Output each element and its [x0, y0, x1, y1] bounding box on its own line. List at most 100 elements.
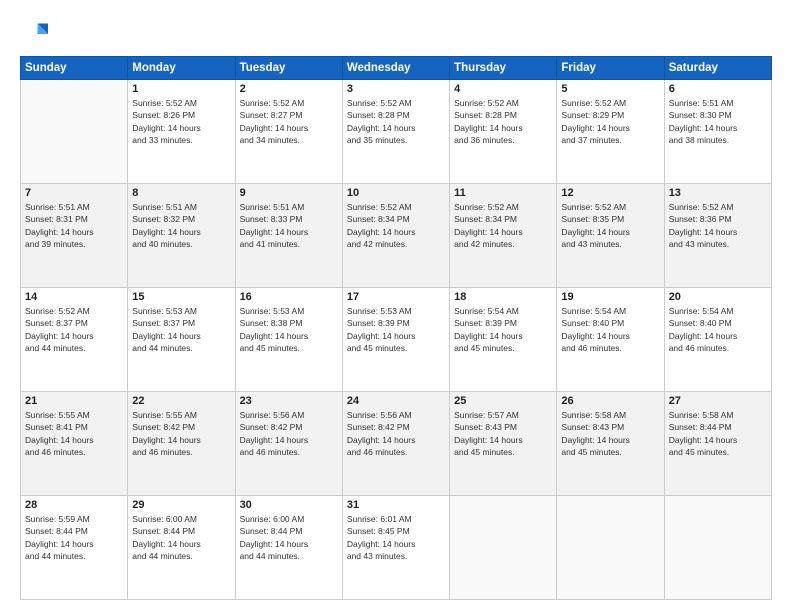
calendar-week-row: 1 Sunrise: 5:52 AM Sunset: 8:26 PM Daylig… [21, 80, 772, 184]
day-info: Sunrise: 5:52 AM Sunset: 8:37 PM Dayligh… [25, 305, 123, 354]
day-info: Sunrise: 5:59 AM Sunset: 8:44 PM Dayligh… [25, 513, 123, 562]
day-info: Sunrise: 5:53 AM Sunset: 8:37 PM Dayligh… [132, 305, 230, 354]
weekday-header-sunday: Sunday [21, 57, 128, 80]
calendar-cell: 15Sunrise: 5:53 AM Sunset: 8:37 PM Dayli… [128, 288, 235, 392]
day-number: 30 [240, 499, 338, 511]
calendar-cell: 16Sunrise: 5:53 AM Sunset: 8:38 PM Dayli… [235, 288, 342, 392]
calendar-cell: 1 Sunrise: 5:52 AM Sunset: 8:26 PM Daylig… [128, 80, 235, 184]
calendar-cell: 5 Sunrise: 5:52 AM Sunset: 8:29 PM Daylig… [557, 80, 664, 184]
day-info: Sunrise: 6:00 AM Sunset: 8:44 PM Dayligh… [132, 513, 230, 562]
day-number: 10 [347, 187, 445, 199]
calendar-cell: 26 Sunrise: 5:58 AM Sunset: 8:43 PM Dayli… [557, 392, 664, 496]
calendar-cell: 12 Sunrise: 5:52 AM Sunset: 8:35 PM Dayli… [557, 184, 664, 288]
calendar-cell: 6 Sunrise: 5:51 AM Sunset: 8:30 PM Daylig… [664, 80, 771, 184]
day-number: 22 [132, 395, 230, 407]
day-number: 29 [132, 499, 230, 511]
day-info: Sunrise: 5:57 AM Sunset: 8:43 PM Dayligh… [454, 409, 552, 458]
calendar-cell: 18 Sunrise: 5:54 AM Sunset: 8:39 PM Dayli… [450, 288, 557, 392]
day-info: Sunrise: 5:52 AM Sunset: 8:35 PM Dayligh… [561, 201, 659, 250]
day-number: 25 [454, 395, 552, 407]
weekday-header-saturday: Saturday [664, 57, 771, 80]
calendar-cell: 20 Sunrise: 5:54 AM Sunset: 8:40 PM Dayli… [664, 288, 771, 392]
day-number: 27 [669, 395, 767, 407]
day-number: 5 [561, 83, 659, 95]
calendar-cell: 8 Sunrise: 5:51 AM Sunset: 8:32 PM Daylig… [128, 184, 235, 288]
day-number: 13 [669, 187, 767, 199]
calendar-week-row: 28Sunrise: 5:59 AM Sunset: 8:44 PM Dayli… [21, 496, 772, 600]
calendar-cell: 10 Sunrise: 5:52 AM Sunset: 8:34 PM Dayli… [342, 184, 449, 288]
day-info: Sunrise: 5:54 AM Sunset: 8:39 PM Dayligh… [454, 305, 552, 354]
day-number: 4 [454, 83, 552, 95]
day-number: 2 [240, 83, 338, 95]
day-info: Sunrise: 5:52 AM Sunset: 8:34 PM Dayligh… [347, 201, 445, 250]
calendar-cell: 22Sunrise: 5:55 AM Sunset: 8:42 PM Dayli… [128, 392, 235, 496]
day-number: 6 [669, 83, 767, 95]
page: SundayMondayTuesdayWednesdayThursdayFrid… [0, 0, 792, 612]
day-info: Sunrise: 5:52 AM Sunset: 8:27 PM Dayligh… [240, 97, 338, 146]
day-number: 26 [561, 395, 659, 407]
logo [20, 20, 52, 48]
day-info: Sunrise: 5:51 AM Sunset: 8:30 PM Dayligh… [669, 97, 767, 146]
weekday-header-monday: Monday [128, 57, 235, 80]
day-number: 11 [454, 187, 552, 199]
day-info: Sunrise: 5:51 AM Sunset: 8:33 PM Dayligh… [240, 201, 338, 250]
calendar-cell: 27 Sunrise: 5:58 AM Sunset: 8:44 PM Dayli… [664, 392, 771, 496]
calendar-table: SundayMondayTuesdayWednesdayThursdayFrid… [20, 56, 772, 600]
day-info: Sunrise: 5:51 AM Sunset: 8:31 PM Dayligh… [25, 201, 123, 250]
logo-icon [20, 20, 48, 48]
header [20, 16, 772, 48]
day-number: 16 [240, 291, 338, 303]
day-info: Sunrise: 5:56 AM Sunset: 8:42 PM Dayligh… [240, 409, 338, 458]
day-info: Sunrise: 5:52 AM Sunset: 8:34 PM Dayligh… [454, 201, 552, 250]
weekday-header-thursday: Thursday [450, 57, 557, 80]
day-number: 18 [454, 291, 552, 303]
calendar-cell: 21 Sunrise: 5:55 AM Sunset: 8:41 PM Dayli… [21, 392, 128, 496]
day-number: 17 [347, 291, 445, 303]
calendar-cell: 7Sunrise: 5:51 AM Sunset: 8:31 PM Daylig… [21, 184, 128, 288]
day-info: Sunrise: 5:52 AM Sunset: 8:26 PM Dayligh… [132, 97, 230, 146]
day-number: 1 [132, 83, 230, 95]
weekday-header-row: SundayMondayTuesdayWednesdayThursdayFrid… [21, 57, 772, 80]
day-info: Sunrise: 6:00 AM Sunset: 8:44 PM Dayligh… [240, 513, 338, 562]
day-info: Sunrise: 5:51 AM Sunset: 8:32 PM Dayligh… [132, 201, 230, 250]
weekday-header-wednesday: Wednesday [342, 57, 449, 80]
calendar-cell: 4 Sunrise: 5:52 AM Sunset: 8:28 PM Daylig… [450, 80, 557, 184]
calendar-cell: 24 Sunrise: 5:56 AM Sunset: 8:42 PM Dayli… [342, 392, 449, 496]
calendar-cell: 11 Sunrise: 5:52 AM Sunset: 8:34 PM Dayli… [450, 184, 557, 288]
day-info: Sunrise: 5:58 AM Sunset: 8:44 PM Dayligh… [669, 409, 767, 458]
calendar-cell: 13 Sunrise: 5:52 AM Sunset: 8:36 PM Dayli… [664, 184, 771, 288]
calendar-cell: 31Sunrise: 6:01 AM Sunset: 8:45 PM Dayli… [342, 496, 449, 600]
day-info: Sunrise: 5:55 AM Sunset: 8:41 PM Dayligh… [25, 409, 123, 458]
day-info: Sunrise: 5:52 AM Sunset: 8:28 PM Dayligh… [454, 97, 552, 146]
day-number: 8 [132, 187, 230, 199]
calendar-cell: 9Sunrise: 5:51 AM Sunset: 8:33 PM Daylig… [235, 184, 342, 288]
calendar-cell: 23Sunrise: 5:56 AM Sunset: 8:42 PM Dayli… [235, 392, 342, 496]
day-info: Sunrise: 5:52 AM Sunset: 8:29 PM Dayligh… [561, 97, 659, 146]
day-number: 20 [669, 291, 767, 303]
day-info: Sunrise: 5:58 AM Sunset: 8:43 PM Dayligh… [561, 409, 659, 458]
day-number: 12 [561, 187, 659, 199]
day-number: 21 [25, 395, 123, 407]
day-info: Sunrise: 6:01 AM Sunset: 8:45 PM Dayligh… [347, 513, 445, 562]
day-number: 24 [347, 395, 445, 407]
day-info: Sunrise: 5:56 AM Sunset: 8:42 PM Dayligh… [347, 409, 445, 458]
calendar-cell [21, 80, 128, 184]
day-info: Sunrise: 5:52 AM Sunset: 8:36 PM Dayligh… [669, 201, 767, 250]
weekday-header-friday: Friday [557, 57, 664, 80]
calendar-week-row: 7Sunrise: 5:51 AM Sunset: 8:31 PM Daylig… [21, 184, 772, 288]
calendar-cell: 2 Sunrise: 5:52 AM Sunset: 8:27 PM Daylig… [235, 80, 342, 184]
day-info: Sunrise: 5:52 AM Sunset: 8:28 PM Dayligh… [347, 97, 445, 146]
calendar-cell: 19 Sunrise: 5:54 AM Sunset: 8:40 PM Dayli… [557, 288, 664, 392]
weekday-header-tuesday: Tuesday [235, 57, 342, 80]
calendar-cell: 17 Sunrise: 5:53 AM Sunset: 8:39 PM Dayli… [342, 288, 449, 392]
day-info: Sunrise: 5:54 AM Sunset: 8:40 PM Dayligh… [561, 305, 659, 354]
day-number: 3 [347, 83, 445, 95]
calendar-week-row: 14 Sunrise: 5:52 AM Sunset: 8:37 PM Dayli… [21, 288, 772, 392]
day-number: 14 [25, 291, 123, 303]
calendar-cell [450, 496, 557, 600]
calendar-cell: 25 Sunrise: 5:57 AM Sunset: 8:43 PM Dayli… [450, 392, 557, 496]
day-info: Sunrise: 5:54 AM Sunset: 8:40 PM Dayligh… [669, 305, 767, 354]
day-number: 19 [561, 291, 659, 303]
day-info: Sunrise: 5:53 AM Sunset: 8:39 PM Dayligh… [347, 305, 445, 354]
calendar-cell: 30 Sunrise: 6:00 AM Sunset: 8:44 PM Dayli… [235, 496, 342, 600]
